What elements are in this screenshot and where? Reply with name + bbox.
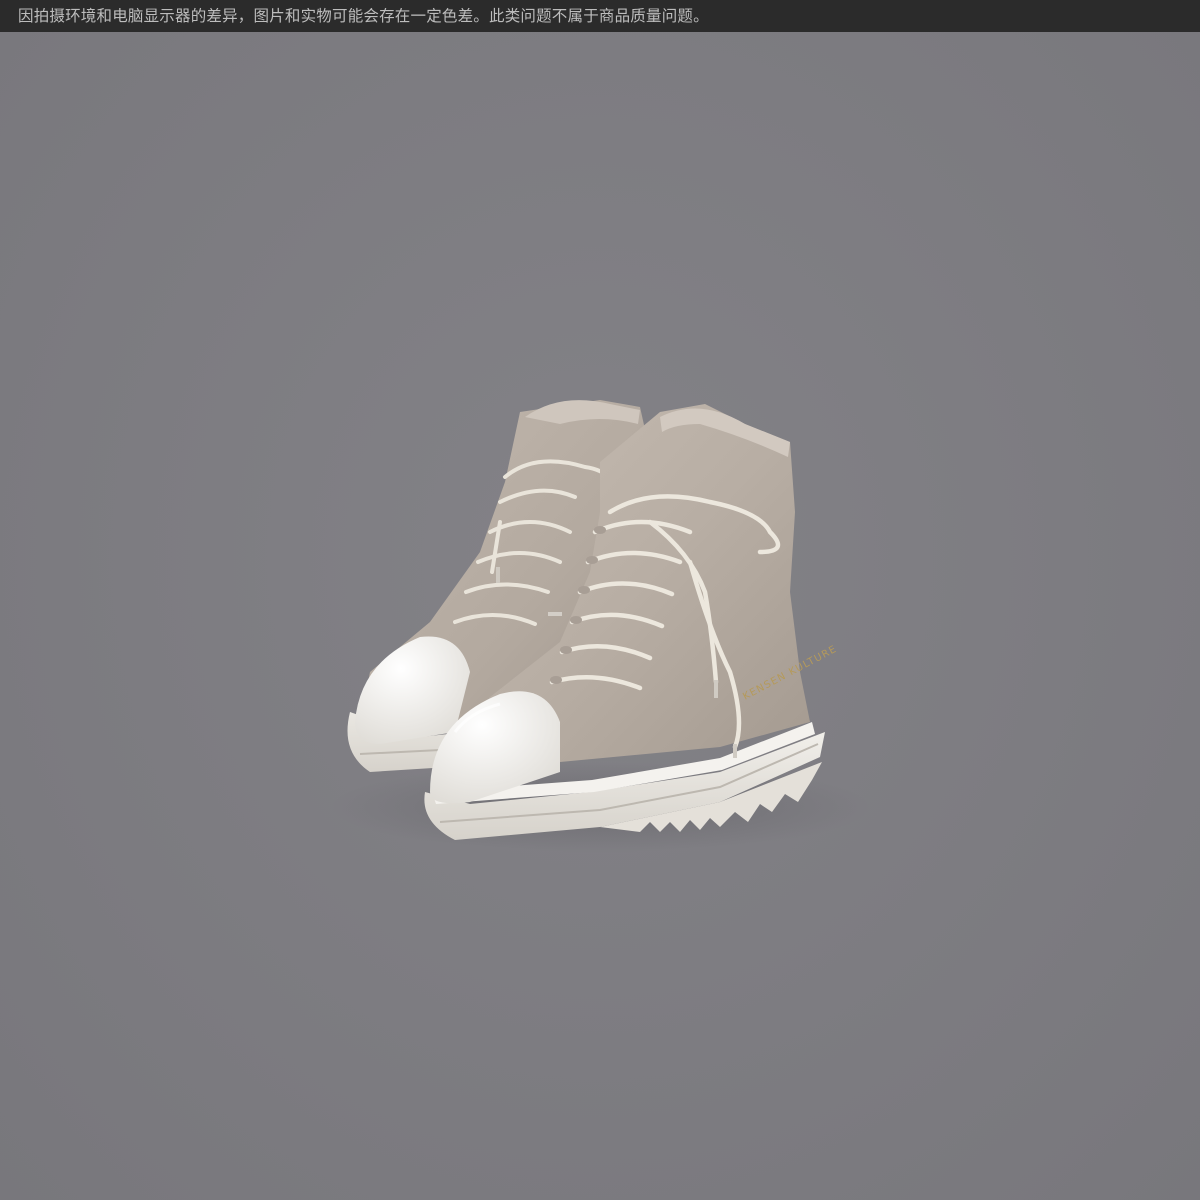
disclaimer-bar: 因拍摄环境和电脑显示器的差异，图片和实物可能会存在一定色差。此类问题不属于商品质… xyxy=(0,0,1200,32)
product-stage: KENSEN KULTURE xyxy=(0,32,1200,1200)
product-photo: KENSEN KULTURE xyxy=(330,400,870,852)
disclaimer-text: 因拍摄环境和电脑显示器的差异，图片和实物可能会存在一定色差。此类问题不属于商品质… xyxy=(18,7,709,25)
